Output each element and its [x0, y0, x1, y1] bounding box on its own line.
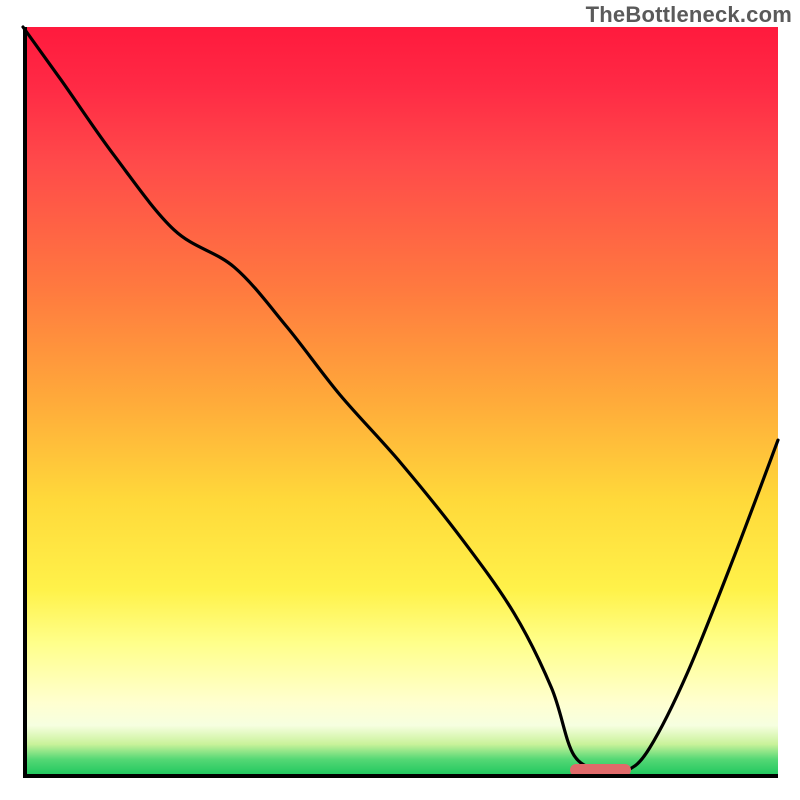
bottleneck-curve-svg: [23, 27, 778, 778]
watermark-text: TheBottleneck.com: [586, 2, 792, 28]
optimal-range-marker: [570, 764, 630, 776]
chart-plot-area: [23, 27, 778, 778]
bottleneck-curve-path: [23, 27, 778, 773]
